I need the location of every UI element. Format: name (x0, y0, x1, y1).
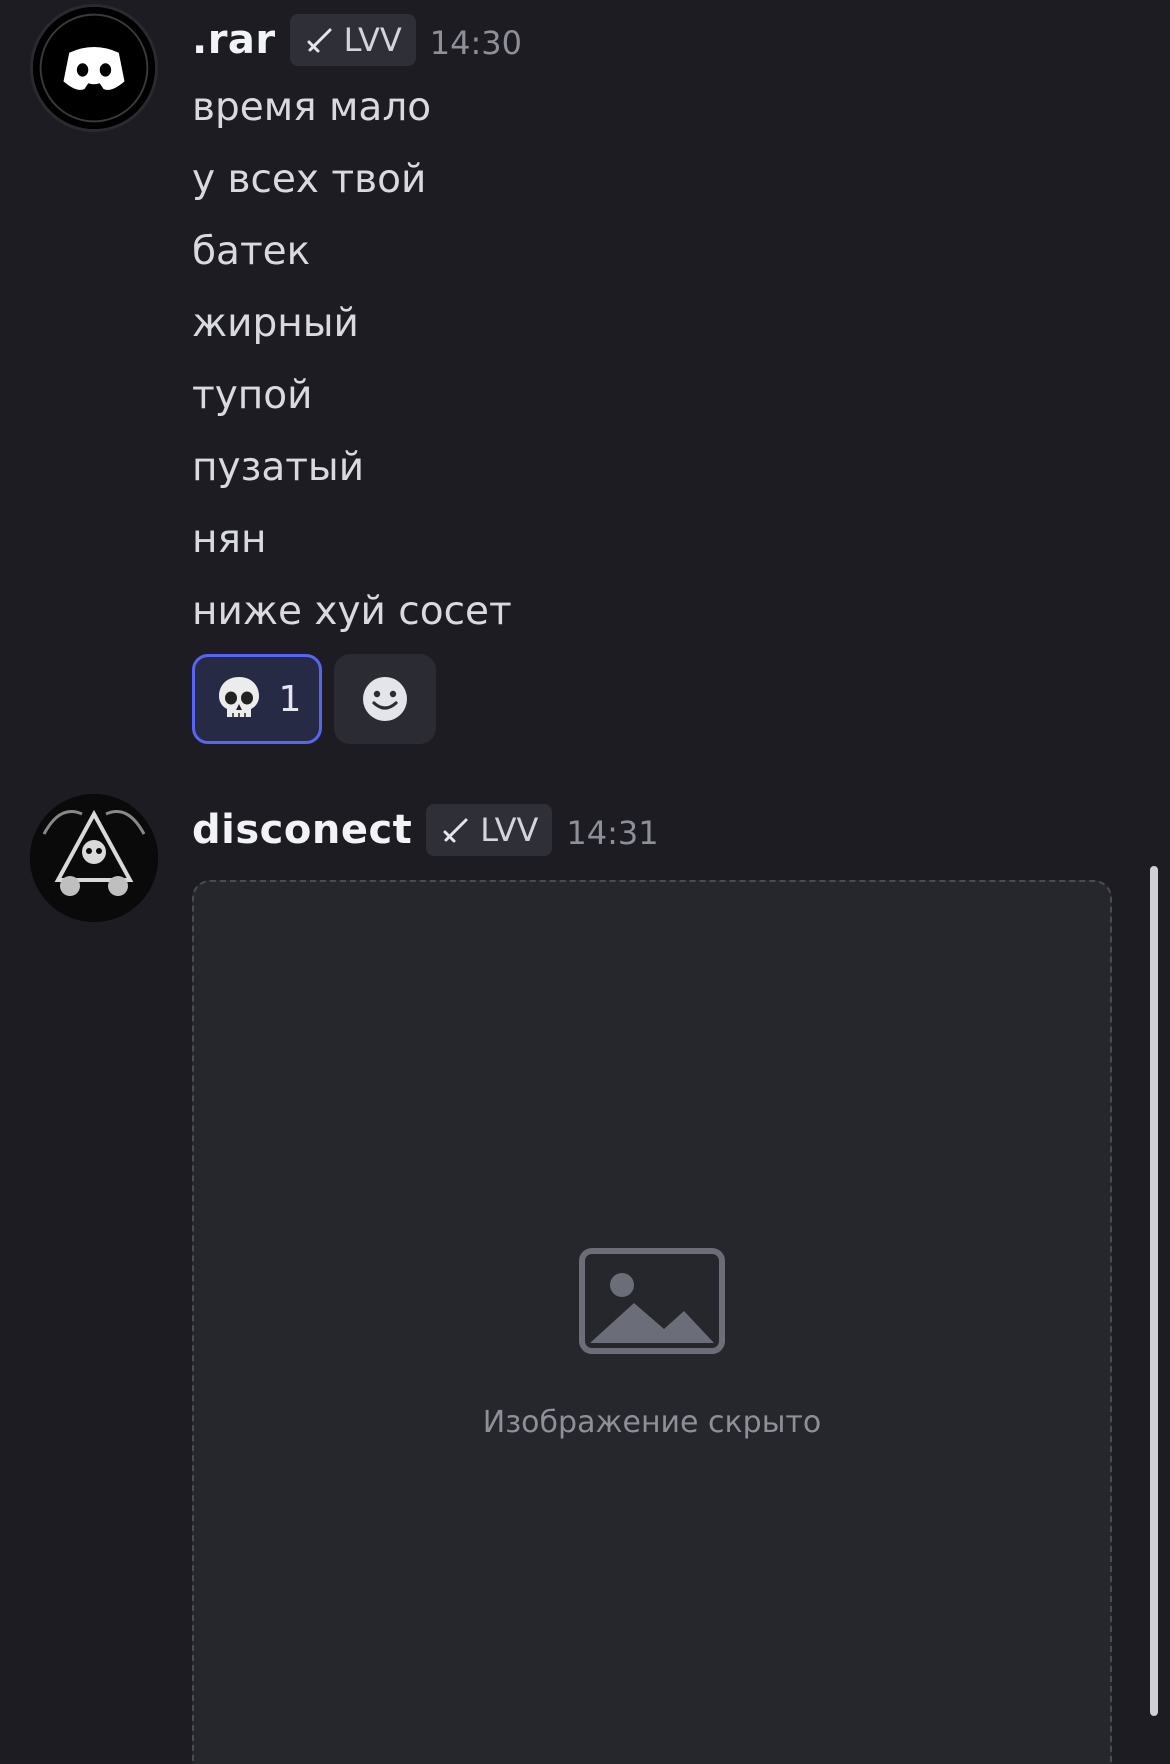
message-line: батек (192, 229, 311, 274)
reaction-count: 1 (278, 678, 302, 720)
image-placeholder-icon (579, 1247, 725, 1354)
message-line: пузатый (192, 445, 365, 490)
reactions-bar: 1 (192, 654, 436, 744)
attachment-caption: Изображение скрыто (482, 1404, 822, 1440)
reaction-skull[interactable]: 1 (192, 654, 322, 744)
discord-logo-icon (33, 7, 155, 129)
server-tag-label: LVV (480, 811, 539, 849)
username[interactable]: disconect (192, 807, 412, 853)
timestamp: 14:31 (566, 814, 659, 852)
message-line: время мало (192, 85, 432, 130)
skull-emblem-icon (30, 794, 158, 922)
chat-panel: .rar LVV 14:30 время мало у всех твой ба… (0, 0, 1170, 1764)
message-content: время мало у всех твой батек жирный тупо… (192, 72, 512, 648)
skull-icon (218, 677, 259, 717)
add-reaction-icon (363, 677, 407, 721)
message-line: жирный (192, 301, 359, 346)
sword-icon (304, 24, 336, 56)
avatar[interactable] (30, 4, 158, 132)
server-tag-label: LVV (343, 21, 402, 59)
scrollbar[interactable] (1150, 866, 1158, 1716)
timestamp: 14:30 (429, 24, 522, 62)
message-line: ниже хуй сосет (192, 589, 512, 634)
message-line: у всех твой (192, 157, 427, 202)
add-reaction-button[interactable] (334, 654, 436, 744)
sword-icon (440, 814, 472, 846)
server-tag[interactable]: LVV (426, 804, 553, 856)
server-tag[interactable]: LVV (289, 14, 416, 66)
message-line: нян (192, 517, 267, 562)
message-header: disconect LVV 14:31 (192, 804, 659, 856)
message-header: .rar LVV 14:30 (192, 14, 522, 66)
message-line: тупой (192, 373, 313, 418)
image-attachment[interactable]: Изображение скрыто (192, 880, 1112, 1764)
avatar[interactable] (30, 794, 158, 922)
username[interactable]: .rar (192, 17, 276, 63)
